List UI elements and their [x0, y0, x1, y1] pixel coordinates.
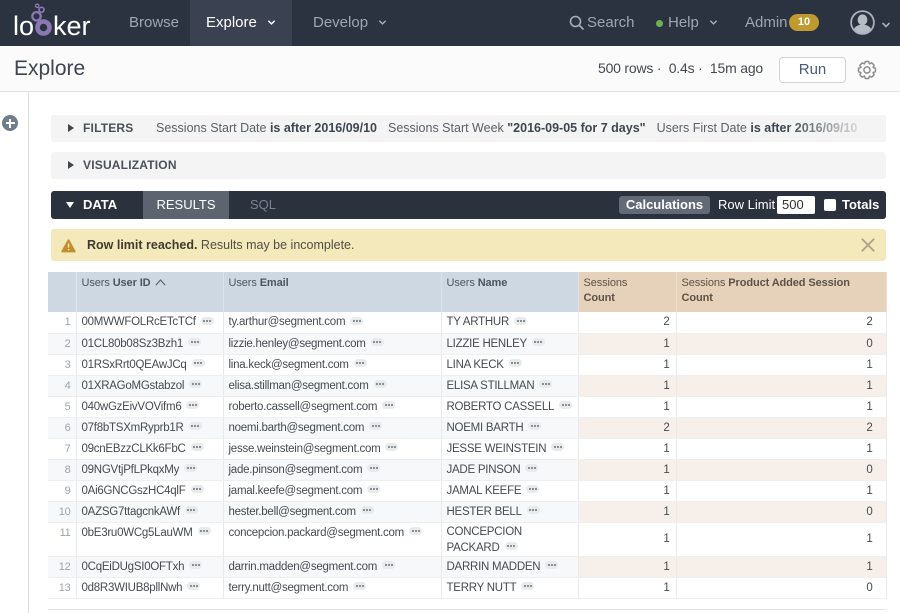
svg-text:ker: ker: [53, 11, 91, 41]
svg-text:lo: lo: [13, 11, 34, 41]
